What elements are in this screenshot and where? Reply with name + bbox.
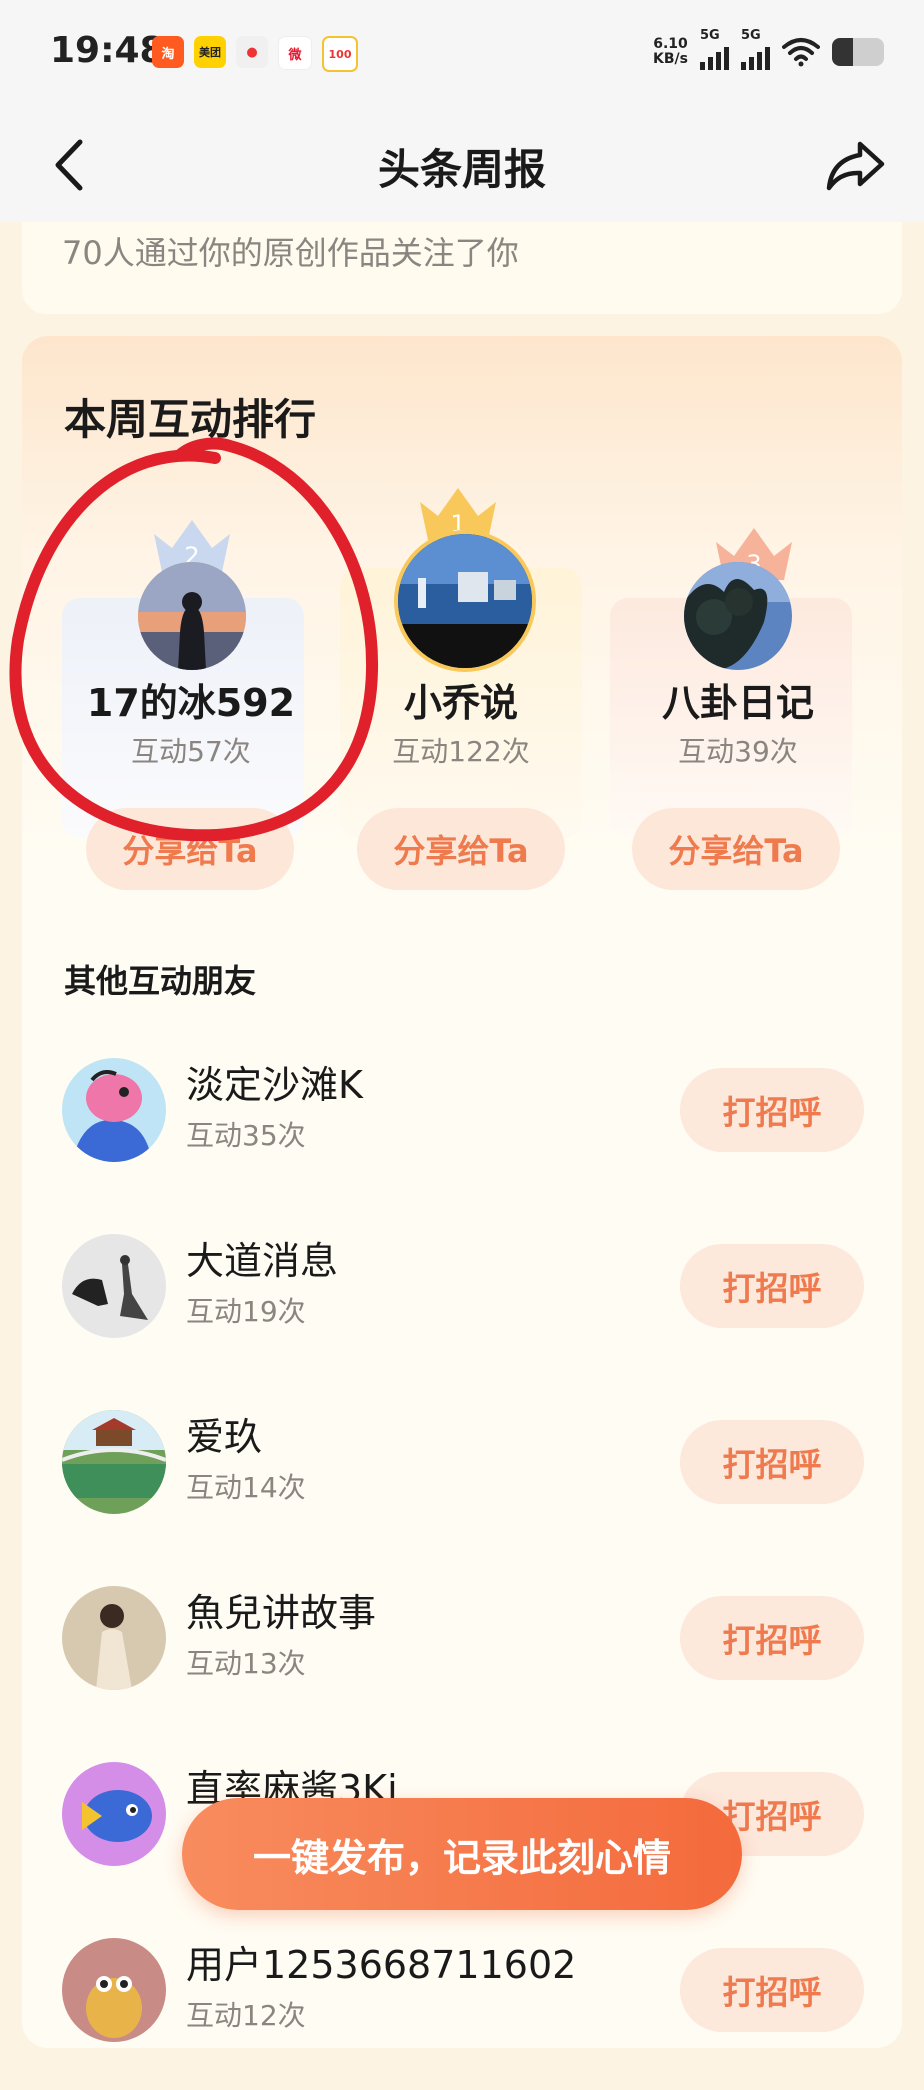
top-friend-name: 八卦日记 — [661, 681, 814, 725]
avatar[interactable] — [62, 1938, 166, 2042]
page-title: 头条周报 — [377, 145, 546, 194]
avatar[interactable] — [62, 1586, 166, 1690]
map-pin-icon: ● — [236, 36, 268, 68]
other-friends-title: 其他互动朋友 — [64, 962, 257, 1000]
wifi-icon — [782, 38, 820, 67]
list-item: 魚兒讲故事 互动13次 打招呼 — [22, 1562, 902, 1738]
greet-button[interactable]: 打招呼 — [680, 1244, 864, 1328]
list-item: 用户1253668711602 互动12次 打招呼 — [22, 1914, 902, 2090]
signal-label: 5G — [741, 28, 761, 43]
friend-count: 互动14次 — [186, 1471, 306, 1504]
ranking-title: 本周互动排行 — [64, 395, 317, 444]
greet-button[interactable]: 打招呼 — [680, 1420, 864, 1504]
friend-count: 互动12次 — [186, 1999, 306, 2032]
avatar[interactable] — [138, 562, 246, 670]
share-to-friend-button[interactable]: 分享给Ta — [357, 808, 565, 890]
friend-name: 大道消息 — [186, 1239, 339, 1283]
followers-card: 70人通过你的原创作品关注了你 — [22, 222, 902, 314]
friend-count: 互动13次 — [186, 1647, 306, 1680]
meituan-icon: 美团 — [194, 36, 226, 68]
top-friend-count: 互动57次 — [131, 735, 251, 768]
share-to-friend-button[interactable]: 分享给Ta — [632, 808, 840, 890]
avatar[interactable] — [62, 1058, 166, 1162]
network-speed-unit: KB/s — [653, 51, 688, 67]
avatar[interactable] — [62, 1234, 166, 1338]
status-time: 19:48 — [50, 30, 165, 71]
list-item: 爱玖 互动14次 打招呼 — [22, 1386, 902, 1562]
status-indicators: 6.10 KB/s 5G 5G — [653, 28, 884, 70]
followers-summary: 70人通过你的原创作品关注了你 — [62, 234, 519, 272]
top-friend-name: 小乔说 — [403, 681, 518, 725]
taobao-icon: 淘 — [152, 36, 184, 68]
greet-button[interactable]: 打招呼 — [680, 1068, 864, 1152]
share-icon[interactable] — [820, 130, 890, 200]
avatar[interactable] — [394, 530, 536, 672]
avatar[interactable] — [62, 1410, 166, 1514]
signal-icon: 5G — [700, 28, 729, 70]
battery-icon — [832, 38, 884, 66]
share-to-friend-button[interactable]: 分享给Ta — [86, 808, 294, 890]
greet-button[interactable]: 打招呼 — [680, 1596, 864, 1680]
friend-count: 互动35次 — [186, 1119, 306, 1152]
signal-label: 5G — [700, 28, 720, 43]
greet-button[interactable]: 打招呼 — [680, 1948, 864, 2032]
nav-bar: 头条周报 — [0, 110, 924, 222]
notification-icons: 淘 美团 ● 微 100 — [152, 36, 358, 72]
network-speed-value: 6.10 — [653, 36, 688, 52]
avatar[interactable] — [684, 562, 792, 670]
friend-name: 爱玖 — [186, 1415, 263, 1459]
status-bar: 19:48 淘 美团 ● 微 100 6.10 KB/s 5G 5G — [0, 0, 924, 110]
quick-publish-button[interactable]: 一键发布，记录此刻心情 — [182, 1798, 742, 1910]
signal-icon: 5G — [741, 28, 770, 70]
network-speed: 6.10 KB/s — [653, 37, 688, 67]
list-item: 淡定沙滩K 互动35次 打招呼 — [22, 1034, 902, 1210]
top-friend-name: 17的冰592 — [86, 681, 296, 725]
friend-name: 淡定沙滩K — [186, 1063, 363, 1107]
friend-count: 互动19次 — [186, 1295, 306, 1328]
avatar[interactable] — [62, 1762, 166, 1866]
weibo-icon: 微 — [278, 36, 312, 70]
top-friend-count: 互动39次 — [678, 735, 798, 768]
friend-name: 魚兒讲故事 — [186, 1591, 377, 1635]
top-friend-count: 互动122次 — [392, 735, 530, 768]
interaction-ranking-card: 本周互动排行 1 小乔说 互动122次 分享给Ta 2 17的冰592 互动57… — [22, 336, 902, 2048]
friend-name: 用户1253668711602 — [186, 1943, 577, 1987]
app-100-icon: 100 — [322, 36, 358, 72]
list-item: 大道消息 互动19次 打招呼 — [22, 1210, 902, 1386]
